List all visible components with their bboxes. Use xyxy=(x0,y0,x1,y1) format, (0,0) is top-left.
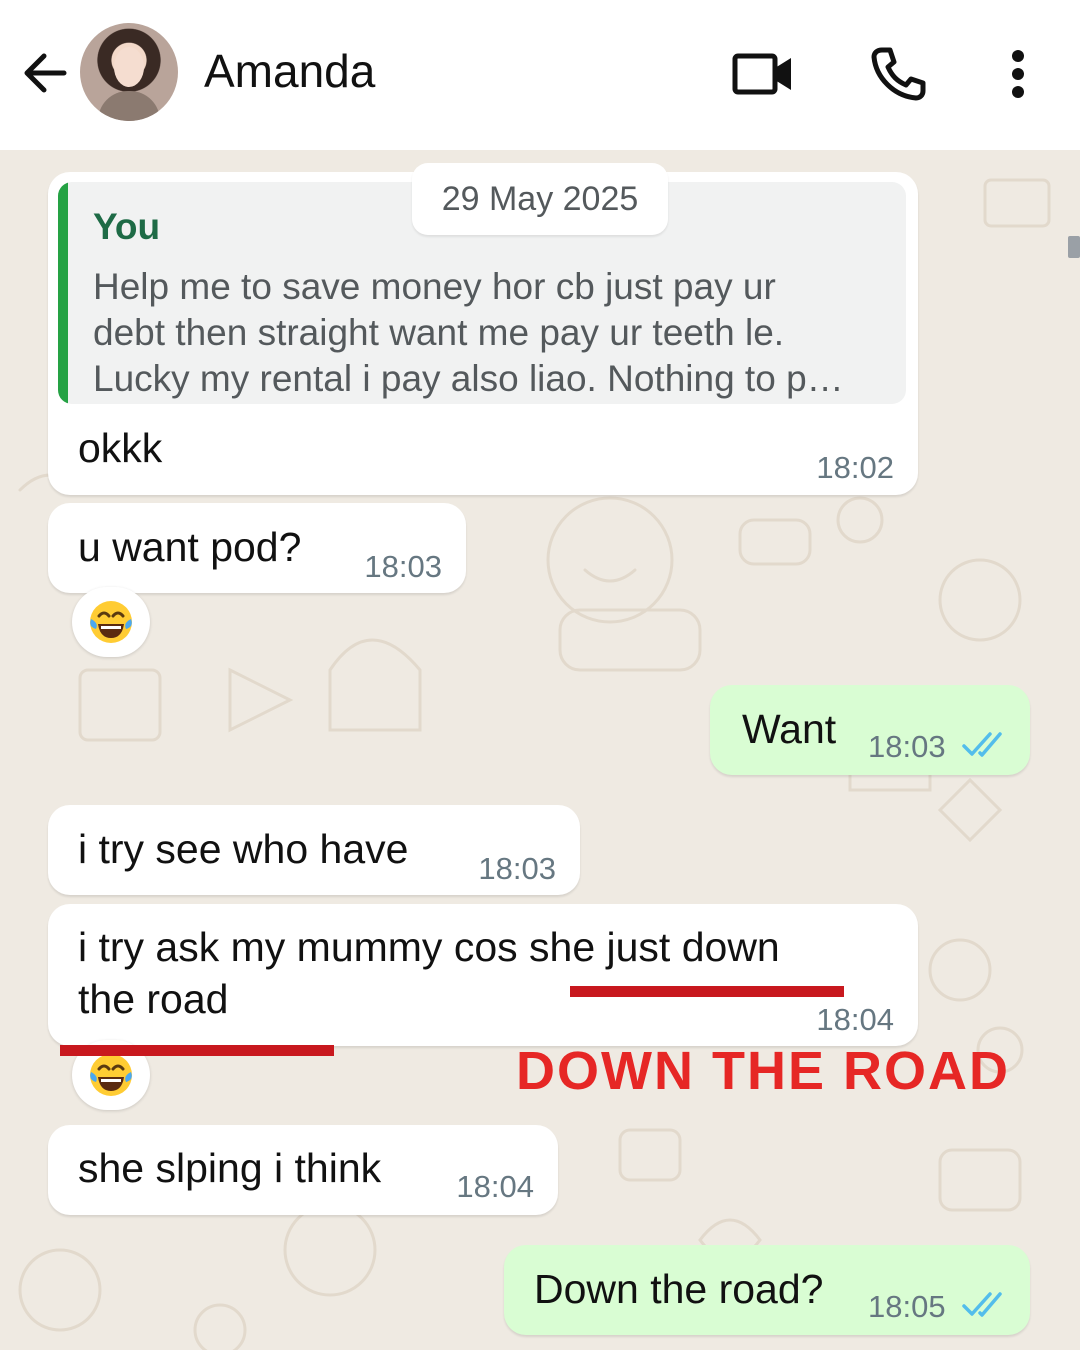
message-reaction[interactable] xyxy=(72,587,150,657)
quote-text-line: Help me to save money hor cb just pay ur xyxy=(93,266,776,307)
message-text-line: i try ask my mummy cos she just down xyxy=(78,924,780,970)
message-time: 18:03 xyxy=(478,851,556,886)
incoming-message-bubble[interactable]: she slping i think 18:04 xyxy=(48,1125,558,1215)
outgoing-message-bubble[interactable]: Down the road? 18:05 xyxy=(504,1245,1030,1335)
message-time: 18:03 xyxy=(364,549,442,584)
laughing-emoji-icon xyxy=(90,1054,132,1096)
highlight-underline xyxy=(60,1045,334,1056)
video-camera-icon[interactable] xyxy=(730,48,796,100)
phone-icon[interactable] xyxy=(868,44,928,104)
quote-text-line: Lucky my rental i pay also liao. Nothing… xyxy=(93,358,844,399)
scrollbar-thumb[interactable] xyxy=(1068,236,1080,258)
message-time: 18:04 xyxy=(816,1002,894,1037)
more-vertical-icon[interactable] xyxy=(1004,48,1032,100)
date-separator: 29 May 2025 xyxy=(412,163,668,235)
incoming-message-bubble[interactable]: i try see who have 18:03 xyxy=(48,805,580,895)
message-time: 18:02 xyxy=(816,450,894,485)
message-text: i try see who have xyxy=(78,826,409,872)
message-time: 18:04 xyxy=(456,1169,534,1204)
quote-text-line: debt then straight want me pay ur teeth … xyxy=(93,312,785,353)
laughing-emoji-icon xyxy=(90,601,132,643)
message-text: she slping i think xyxy=(78,1145,382,1191)
read-receipt-icon xyxy=(962,732,1002,757)
message-text: okkk xyxy=(78,425,163,471)
avatar[interactable] xyxy=(80,23,178,121)
message-text: Down the road? xyxy=(534,1266,824,1312)
quote-accent-bar xyxy=(58,182,68,404)
arrow-left-icon[interactable] xyxy=(20,47,72,99)
contact-name[interactable]: Amanda xyxy=(204,44,375,98)
message-text: u want pod? xyxy=(78,524,302,570)
message-text-line: the road xyxy=(78,976,229,1022)
message-time: 18:03 xyxy=(868,729,946,764)
chat-header: Amanda xyxy=(0,0,1080,150)
read-receipt-icon xyxy=(962,1292,1002,1317)
outgoing-message-bubble[interactable]: Want 18:03 xyxy=(710,685,1030,775)
incoming-message-bubble[interactable]: u want pod? 18:03 xyxy=(48,503,466,593)
message-text: Want xyxy=(742,706,837,752)
incoming-message-bubble[interactable]: i try ask my mummy cos she just down the… xyxy=(48,904,918,1046)
highlight-underline xyxy=(570,986,844,997)
message-time: 18:05 xyxy=(868,1289,946,1324)
annotation-label: Down the road xyxy=(516,1041,1010,1101)
quote-author: You xyxy=(93,206,161,247)
